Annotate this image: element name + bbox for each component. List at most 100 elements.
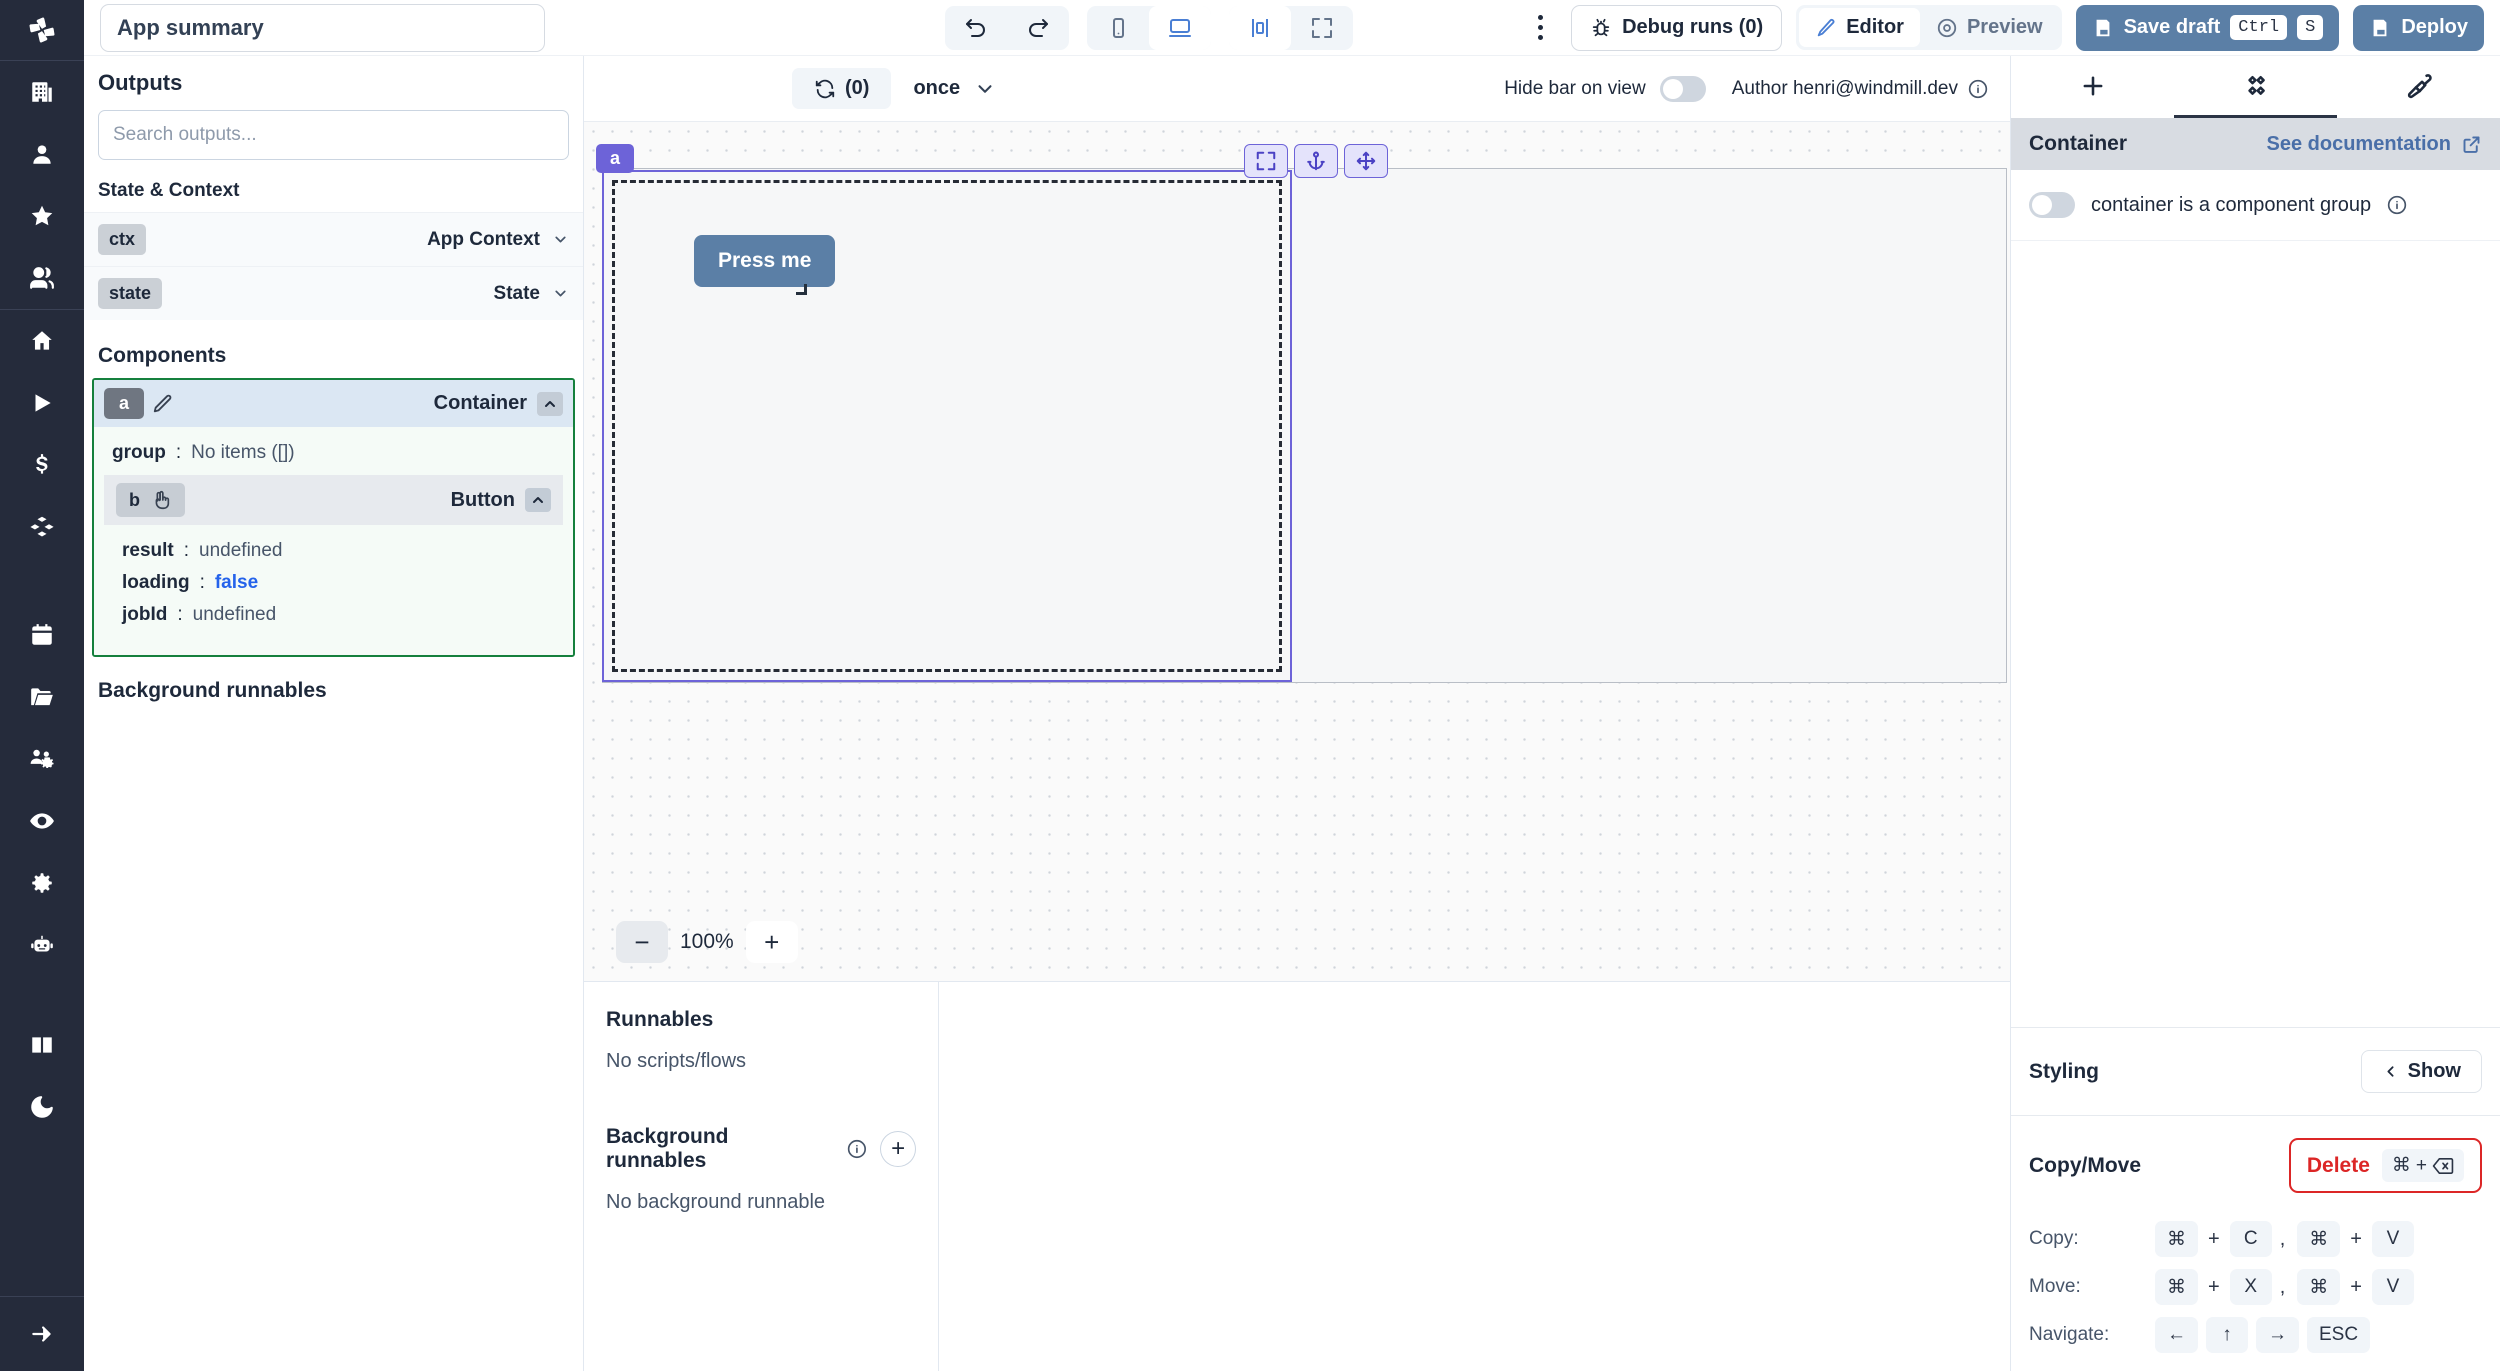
settings-panel: Container See documentation container is… [2010, 0, 2500, 1371]
save-draft-label: Save draft [2124, 16, 2221, 39]
plus-sign: + [2206, 1228, 2222, 1251]
arrow-right-icon[interactable] [0, 1297, 84, 1371]
deploy-button[interactable]: Deploy [2353, 5, 2484, 51]
folder-icon[interactable] [0, 666, 84, 728]
key-cmd: ⌘ [2297, 1269, 2340, 1305]
dollar-icon[interactable] [0, 434, 84, 496]
move-shortcut-label: Move: [2029, 1276, 2147, 1298]
container-id-badge[interactable]: a [596, 144, 634, 173]
component-body-button: result : undefined loading : false jobId… [104, 525, 563, 645]
dot [1538, 35, 1543, 40]
tab-add-component[interactable] [2011, 56, 2174, 118]
user-icon[interactable] [0, 123, 84, 185]
debug-runs-button[interactable]: Debug runs (0) [1571, 5, 1782, 51]
moon-icon[interactable] [0, 1076, 84, 1138]
fullscreen-button[interactable] [1291, 6, 1353, 50]
search-input[interactable] [113, 124, 554, 146]
info-icon[interactable] [847, 1139, 867, 1159]
key-arrow-right: → [2256, 1317, 2299, 1353]
chevron-down-icon[interactable] [552, 231, 569, 248]
property-key: loading [122, 572, 190, 594]
component-group-row[interactable]: container is a component group [2011, 170, 2500, 241]
component-group-toggle[interactable] [2029, 192, 2075, 218]
users-icon[interactable] [0, 247, 84, 309]
canvas-toolbar: (0) once Hide bar on view Author henri@w… [584, 56, 2010, 122]
zoom-level-label: 100% [674, 930, 740, 954]
tab-preview[interactable]: Preview [1920, 8, 2059, 47]
center-align-icon [1248, 16, 1272, 40]
windmill-logo[interactable] [0, 0, 84, 60]
more-options-button[interactable] [1523, 15, 1557, 40]
zoom-in-button[interactable]: + [746, 921, 798, 963]
undo-button[interactable] [945, 6, 1007, 50]
component-type-container: Container [434, 392, 527, 415]
hide-bar-toggle[interactable] [1660, 76, 1706, 102]
frequency-select[interactable]: once [913, 77, 996, 100]
robot-icon[interactable] [0, 914, 84, 976]
desktop-view-button[interactable] [1149, 6, 1211, 50]
tab-styling[interactable] [2337, 56, 2500, 118]
add-background-runnable-button[interactable]: + [880, 1131, 916, 1167]
component-id-a: a [104, 388, 144, 419]
hide-bar-on-view-row[interactable]: Hide bar on view [1504, 76, 1706, 102]
move-icon[interactable] [1344, 144, 1388, 178]
gear-icon[interactable] [0, 852, 84, 914]
save-draft-button[interactable]: Save draft Ctrl S [2076, 5, 2340, 51]
chevron-left-icon [2382, 1063, 2399, 1080]
redo-button[interactable] [1007, 6, 1069, 50]
collapse-container-button[interactable] [537, 392, 563, 416]
eye-icon[interactable] [0, 790, 84, 852]
zoom-out-button[interactable]: − [616, 921, 668, 963]
run-count-button[interactable]: (0) [792, 68, 891, 109]
see-documentation-link[interactable]: See documentation [2267, 133, 2482, 156]
component-id-b: b [116, 483, 185, 517]
blocks-icon[interactable] [0, 496, 84, 558]
undo-redo-group [945, 6, 1069, 50]
expand-icon[interactable] [1244, 144, 1288, 178]
chevron-down-icon[interactable] [552, 285, 569, 302]
collapse-button-button[interactable] [525, 488, 551, 512]
component-header-container[interactable]: a Container [94, 380, 573, 427]
user-group-settings-icon[interactable] [0, 728, 84, 790]
background-runnables-title: Background runnables [606, 1125, 833, 1173]
alignment-group [1229, 6, 1353, 50]
key-x: X [2230, 1269, 2272, 1305]
anchor-icon[interactable] [1294, 144, 1338, 178]
state-row-ctx[interactable]: ctx App Context [84, 212, 583, 266]
author-label: Author henri@windmill.dev [1732, 78, 1958, 100]
dot [1538, 15, 1543, 20]
app-summary-input[interactable] [100, 4, 545, 52]
preview-icon [1936, 17, 1958, 39]
info-icon[interactable] [1968, 79, 1988, 99]
debug-runs-label: Debug runs (0) [1622, 16, 1763, 39]
app-canvas[interactable]: a Press me − 100% + [584, 122, 2010, 981]
key-cmd: ⌘ [2155, 1269, 2198, 1305]
info-icon[interactable] [2387, 195, 2407, 215]
mobile-view-button[interactable] [1087, 6, 1149, 50]
play-icon[interactable] [0, 372, 84, 434]
star-icon[interactable] [0, 185, 84, 247]
pencil-icon[interactable] [152, 393, 174, 415]
component-tree-container: a Container group : No items ([]) [92, 378, 575, 657]
plus-sign: + [2348, 1276, 2364, 1299]
center-align-button[interactable] [1229, 6, 1291, 50]
book-icon[interactable] [0, 1014, 84, 1076]
home-icon[interactable] [0, 310, 84, 372]
component-header-button[interactable]: b Button [104, 475, 563, 525]
search-outputs-field[interactable] [98, 110, 569, 160]
tab-component-settings[interactable] [2174, 56, 2337, 118]
button-resize-handle[interactable] [796, 284, 807, 295]
mobile-icon [1106, 16, 1130, 40]
styling-show-button[interactable]: Show [2361, 1050, 2482, 1093]
tab-editor[interactable]: Editor [1799, 8, 1920, 47]
property-separator: : [177, 604, 182, 626]
desktop-icon [1168, 16, 1192, 40]
plus-sign: + [2416, 1155, 2427, 1177]
delete-button[interactable]: Delete ⌘ + [2289, 1138, 2482, 1193]
calendar-icon[interactable] [0, 604, 84, 666]
property-separator: : [184, 540, 189, 562]
building-icon[interactable] [0, 61, 84, 123]
state-row-state[interactable]: state State [84, 266, 583, 320]
save-icon [2092, 17, 2114, 39]
press-me-button[interactable]: Press me [694, 235, 835, 287]
